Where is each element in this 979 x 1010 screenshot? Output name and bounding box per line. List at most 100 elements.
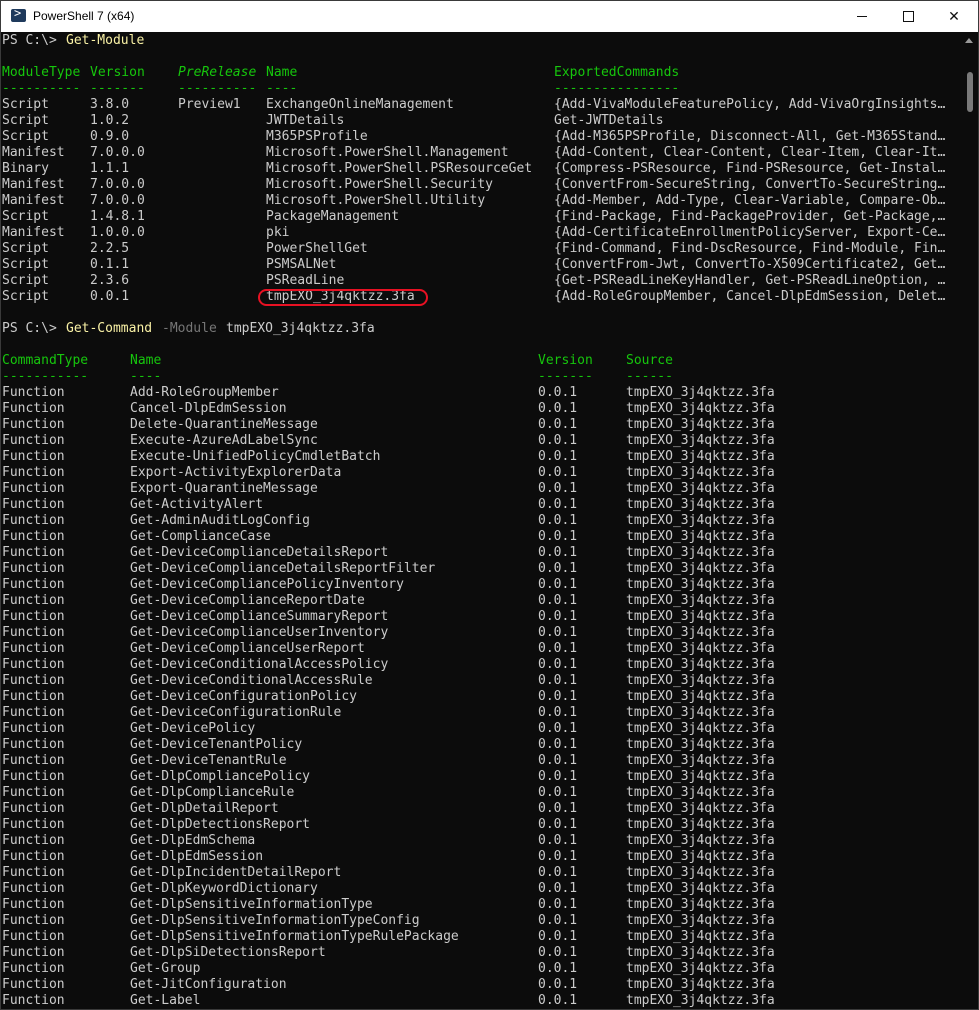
command-type: Function: [2, 945, 65, 960]
command-name: Get-DlpSensitiveInformationTypeConfig: [130, 913, 420, 928]
module-type: Manifest: [2, 177, 65, 192]
title-bar[interactable]: PowerShell 7 (x64) ✕: [1, 1, 978, 32]
command-type: Function: [2, 769, 65, 784]
command-version: 0.0.1: [538, 545, 578, 560]
column-underline: ----------: [2, 81, 81, 96]
command-version: 0.0.1: [538, 497, 578, 512]
command-name: Get-JitConfiguration: [130, 977, 287, 992]
command-version: 0.0.1: [538, 961, 578, 976]
command-argument: tmpEXO_3j4qktzz.3fa: [226, 321, 375, 336]
module-exported-commands: {Add-Member, Add-Type, Clear-Variable, C…: [554, 193, 946, 208]
command-name: Get-Label: [130, 993, 201, 1008]
command-source: tmpEXO_3j4qktzz.3fa: [626, 497, 775, 512]
command-type: Function: [2, 625, 65, 640]
prompt: PS C:\>: [2, 321, 65, 336]
highlight-circle: [258, 289, 428, 306]
scrollbar-thumb[interactable]: [967, 72, 973, 112]
command-type: Function: [2, 545, 65, 560]
module-exported-commands: {Add-VivaModuleFeaturePolicy, Add-VivaOr…: [554, 97, 946, 112]
command-type: Function: [2, 705, 65, 720]
minimize-button[interactable]: [839, 1, 885, 32]
command-name: Get-DlpDetailReport: [130, 801, 279, 816]
command-version: 0.0.1: [538, 673, 578, 688]
command-name: Get-DeviceConditionalAccessRule: [130, 673, 373, 688]
command-source: tmpEXO_3j4qktzz.3fa: [626, 417, 775, 432]
command-version: 0.0.1: [538, 577, 578, 592]
module-version: 7.0.0.0: [90, 145, 145, 160]
command-type: Function: [2, 897, 65, 912]
scroll-up-arrow-icon[interactable]: [965, 38, 973, 43]
module-exported-commands: {Get-PSReadLineKeyHandler, Get-PSReadLin…: [554, 273, 946, 288]
command-name: Delete-QuarantineMessage: [130, 417, 318, 432]
minimize-icon: [857, 16, 867, 17]
command-type: Function: [2, 609, 65, 624]
command-name: Get-DeviceComplianceDetailsReport: [130, 545, 389, 560]
module-type: Script: [2, 257, 49, 272]
column-underline: -----------: [2, 369, 89, 384]
module-prerelease: Preview1: [178, 97, 241, 112]
command-name: Get-DlpIncidentDetailReport: [130, 865, 342, 880]
table-row: Binary 1.1.1 Microsoft.PowerShell.PSReso…: [1, 161, 945, 177]
command-name: Get-ActivityAlert: [130, 497, 264, 512]
command-name: Get-DlpCompliancePolicy: [130, 769, 311, 784]
maximize-button[interactable]: [885, 1, 931, 32]
command-source: tmpEXO_3j4qktzz.3fa: [626, 481, 775, 496]
column-underline: -------: [538, 369, 593, 384]
module-version: 2.3.6: [90, 273, 130, 288]
command-type: Function: [2, 657, 65, 672]
module-exported-commands: {Find-Package, Find-PackageProvider, Get…: [554, 209, 946, 224]
command-name: Execute-UnifiedPolicyCmdletBatch: [130, 449, 381, 464]
command-name: Get-DlpComplianceRule: [130, 785, 295, 800]
command-name: Get-DeviceConditionalAccessPolicy: [130, 657, 389, 672]
command-version: 0.0.1: [538, 417, 578, 432]
column-underline: ----------: [178, 81, 257, 96]
close-button[interactable]: ✕: [931, 1, 977, 32]
command-type: Function: [2, 673, 65, 688]
command-source: tmpEXO_3j4qktzz.3fa: [626, 641, 775, 656]
column-underline: ----: [266, 81, 298, 96]
command-version: 0.0.1: [538, 929, 578, 944]
module-type: Script: [2, 273, 49, 288]
command-source: tmpEXO_3j4qktzz.3fa: [626, 465, 775, 480]
command-name: Get-DeviceConfigurationRule: [130, 705, 342, 720]
column-header: Source: [626, 353, 673, 368]
module-type: Script: [2, 129, 49, 144]
module-type: Script: [2, 289, 49, 304]
command-source: tmpEXO_3j4qktzz.3fa: [626, 753, 775, 768]
column-header: ExportedCommands: [554, 65, 680, 80]
command-source: tmpEXO_3j4qktzz.3fa: [626, 913, 775, 928]
command-source: tmpEXO_3j4qktzz.3fa: [626, 577, 775, 592]
table-row: Script 0.1.1 PSMSALNet {ConvertFrom-Jwt,…: [1, 257, 945, 273]
module-name: PackageManagement: [266, 209, 400, 224]
command-type: Function: [2, 481, 65, 496]
module-name: pki: [266, 225, 290, 240]
command-source: tmpEXO_3j4qktzz.3fa: [626, 705, 775, 720]
module-exported-commands: {Add-CertificateEnrollmentPolicyServer, …: [554, 225, 946, 240]
module-version: 0.9.0: [90, 129, 130, 144]
module-exported-commands: {ConvertFrom-Jwt, ConvertTo-X509Certific…: [554, 257, 946, 272]
command-source: tmpEXO_3j4qktzz.3fa: [626, 689, 775, 704]
command-type: Function: [2, 881, 65, 896]
command-table-header: CommandType Name Version Source: [1, 353, 673, 369]
command-name: Execute-AzureAdLabelSync: [130, 433, 318, 448]
module-version: 3.8.0: [90, 97, 130, 112]
command-source: tmpEXO_3j4qktzz.3fa: [626, 929, 775, 944]
module-name: Microsoft.PowerShell.PSResourceGet: [266, 161, 533, 176]
command-version: 0.0.1: [538, 385, 578, 400]
command-source: tmpEXO_3j4qktzz.3fa: [626, 977, 775, 992]
table-row: Script 2.3.6 PSReadLine {Get-PSReadLineK…: [1, 273, 945, 289]
command-parameter: -Module: [162, 321, 217, 336]
module-exported-commands: {ConvertFrom-SecureString, ConvertTo-Sec…: [554, 177, 946, 192]
command-source: tmpEXO_3j4qktzz.3fa: [626, 801, 775, 816]
command-name: Get-DlpKeywordDictionary: [130, 881, 318, 896]
vertical-scrollbar[interactable]: [962, 32, 978, 1009]
command-name: Get-DeviceCompliancePolicyInventory: [130, 577, 404, 592]
command-version: 0.0.1: [538, 529, 578, 544]
command-version: 0.0.1: [538, 449, 578, 464]
console-output[interactable]: PS C:\> Get-Module ModuleType Version Pr…: [1, 32, 962, 1009]
command-name: Get-DlpEdmSession: [130, 849, 264, 864]
command-source: tmpEXO_3j4qktzz.3fa: [626, 545, 775, 560]
command-source: tmpEXO_3j4qktzz.3fa: [626, 609, 775, 624]
column-underline: ----------------: [554, 81, 680, 96]
command-source: tmpEXO_3j4qktzz.3fa: [626, 961, 775, 976]
